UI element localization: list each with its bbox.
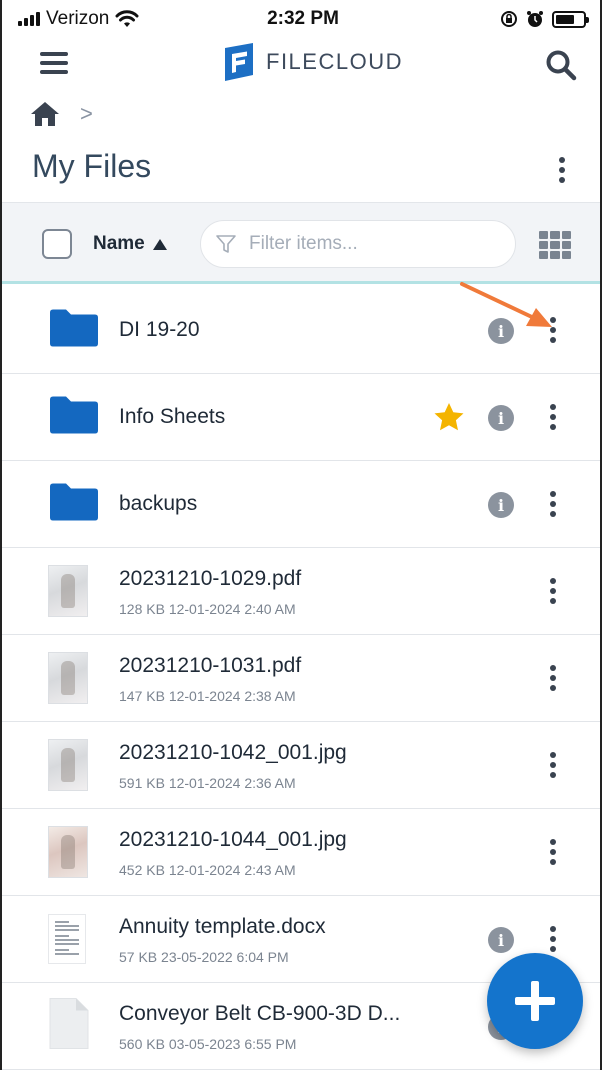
file-list: DI 19-20 i Info Sheets i backups i 20231210-10… xyxy=(2,287,600,1070)
file-name: backups xyxy=(119,492,198,515)
file-icon xyxy=(48,997,90,1056)
file-row[interactable]: 20231210-1042_001.jpg 591 KB 12-01-2024 2… xyxy=(2,722,600,809)
row-more-options-icon[interactable] xyxy=(541,834,565,870)
plus-icon xyxy=(515,981,555,1021)
file-name: 20231210-1029.pdf xyxy=(119,567,302,590)
filter-box xyxy=(200,220,516,268)
select-all-checkbox[interactable] xyxy=(42,229,72,259)
file-meta: 147 KB 12-01-2024 2:38 AM xyxy=(119,688,296,704)
filter-input[interactable] xyxy=(249,233,489,255)
file-row[interactable]: 20231210-1031.pdf 147 KB 12-01-2024 2:38 … xyxy=(2,635,600,722)
file-row[interactable]: backups i xyxy=(2,461,600,548)
carrier-label: Verizon xyxy=(46,8,110,29)
status-left: Verizon xyxy=(18,8,139,30)
app-screen: Verizon 2:32 PM FILECLOUD > My Files Nam… xyxy=(0,0,602,1070)
file-row[interactable]: 20231210-1044_001.jpg 452 KB 12-01-2024 2… xyxy=(2,809,600,896)
add-button[interactable] xyxy=(487,953,583,1049)
page-title: My Files xyxy=(32,148,152,184)
file-meta: 591 KB 12-01-2024 2:36 AM xyxy=(119,775,296,791)
home-icon[interactable] xyxy=(30,100,60,128)
signal-icon xyxy=(18,12,40,26)
row-more-options-icon[interactable] xyxy=(541,486,565,522)
app-header: FILECLOUD xyxy=(2,38,600,90)
breadcrumb: > xyxy=(30,96,93,132)
file-name: 20231210-1042_001.jpg xyxy=(119,741,347,764)
info-icon[interactable]: i xyxy=(488,927,514,953)
image-thumbnail xyxy=(48,565,88,617)
brand-name: FILECLOUD xyxy=(266,49,403,74)
title-row: My Files xyxy=(2,140,600,200)
status-time: 2:32 PM xyxy=(267,8,339,29)
status-bar: Verizon 2:32 PM xyxy=(2,0,600,38)
file-name: Info Sheets xyxy=(119,405,226,428)
file-row[interactable]: Info Sheets i xyxy=(2,374,600,461)
file-meta: 57 KB 23-05-2022 6:04 PM xyxy=(119,949,289,965)
document-thumbnail xyxy=(48,914,86,964)
row-more-options-icon[interactable] xyxy=(541,399,565,435)
row-more-options-icon[interactable] xyxy=(541,921,565,957)
image-thumbnail xyxy=(48,826,88,878)
info-icon[interactable]: i xyxy=(488,405,514,431)
file-meta: 560 KB 03-05-2023 6:55 PM xyxy=(119,1036,297,1052)
search-icon[interactable] xyxy=(544,48,578,82)
list-toolbar: Name xyxy=(2,202,600,284)
sort-label: Name xyxy=(93,233,145,254)
alarm-icon xyxy=(527,11,543,27)
info-icon[interactable]: i xyxy=(488,492,514,518)
rotation-lock-icon xyxy=(501,11,517,27)
file-name: DI 19-20 xyxy=(119,318,200,341)
image-thumbnail xyxy=(48,739,88,791)
file-name: Conveyor Belt CB-900-3D D... xyxy=(119,1002,401,1025)
folder-icon xyxy=(48,482,100,527)
info-icon[interactable]: i xyxy=(488,318,514,344)
filecloud-logo: FILECLOUD xyxy=(222,42,403,82)
sort-by-name-button[interactable]: Name xyxy=(93,233,167,255)
file-name: 20231210-1044_001.jpg xyxy=(119,828,347,851)
grid-view-icon[interactable] xyxy=(539,231,571,259)
hamburger-menu-icon[interactable] xyxy=(40,52,68,74)
wifi-icon xyxy=(115,10,139,27)
file-meta: 452 KB 12-01-2024 2:43 AM xyxy=(119,862,296,878)
page-more-options-icon[interactable] xyxy=(550,152,574,188)
row-more-options-icon[interactable] xyxy=(541,660,565,696)
row-more-options-icon[interactable] xyxy=(541,312,565,348)
sort-ascending-icon xyxy=(152,238,167,250)
file-row[interactable]: 20231210-1029.pdf 128 KB 12-01-2024 2:40 … xyxy=(2,548,600,635)
filecloud-logo-icon xyxy=(225,43,253,81)
folder-icon xyxy=(48,308,100,353)
star-icon[interactable] xyxy=(433,401,465,433)
breadcrumb-separator: > xyxy=(80,101,93,126)
filter-icon xyxy=(216,235,236,253)
image-thumbnail xyxy=(48,652,88,704)
status-right xyxy=(500,10,589,28)
file-name: Annuity template.docx xyxy=(119,915,326,938)
file-row[interactable]: DI 19-20 i xyxy=(2,287,600,374)
folder-icon xyxy=(48,395,100,440)
battery-icon xyxy=(552,10,589,28)
row-more-options-icon[interactable] xyxy=(541,573,565,609)
file-meta: 128 KB 12-01-2024 2:40 AM xyxy=(119,601,296,617)
row-more-options-icon[interactable] xyxy=(541,747,565,783)
file-name: 20231210-1031.pdf xyxy=(119,654,302,677)
